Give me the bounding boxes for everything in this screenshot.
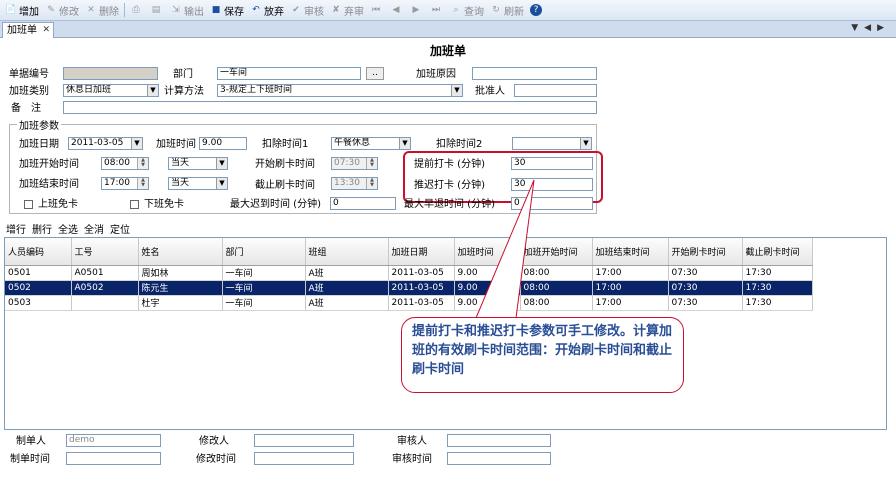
modify-time-label: 修改时间: [196, 454, 236, 465]
callout-pointer: [475, 179, 535, 320]
query-icon: ⌕: [453, 5, 459, 15]
delete-icon: ✕: [87, 5, 95, 15]
maker-label: 制单人: [16, 436, 46, 447]
save-button[interactable]: ■ 保存: [207, 1, 247, 19]
print-icon: ⎙: [132, 5, 140, 15]
preview-button[interactable]: ▤: [147, 1, 167, 19]
print-button[interactable]: ⎙: [127, 1, 147, 19]
last-icon: ⏭: [431, 5, 441, 15]
unapprove-button[interactable]: ✘ 弃审: [327, 1, 367, 19]
audit-time-label: 审核时间: [392, 454, 432, 465]
modifier-field: [254, 434, 354, 447]
last-record-button[interactable]: ⏭: [427, 1, 447, 19]
edit-button[interactable]: ✎ 修改: [42, 1, 82, 19]
auditor-field: [447, 434, 551, 447]
modify-time-field: [254, 452, 354, 465]
annotation-callout: 提前打卡和推迟打卡参数可手工修改。计算加班的有效刷卡时间范围：开始刷卡时间和截止…: [401, 317, 684, 393]
preview-icon: ▤: [151, 5, 161, 15]
refresh-icon: ↻: [492, 5, 500, 15]
save-icon: ■: [211, 5, 221, 15]
add-icon: 📄: [5, 5, 17, 15]
tab-nav: ▼◀▶: [851, 23, 890, 33]
first-icon: ⏮: [371, 5, 381, 15]
query-button[interactable]: ⌕ 查询: [447, 1, 487, 19]
discard-icon: ↶: [252, 5, 260, 15]
maker-field: demo: [66, 434, 161, 447]
make-time-label: 制单时间: [10, 454, 50, 465]
chevron-left-icon[interactable]: ◀: [864, 23, 877, 33]
auditor-label: 审核人: [397, 436, 427, 447]
toolbar: 📄 增加 ✎ 修改 ✕ 删除 ⎙ ▤ ⇲ 输出 ■ 保存 ↶ 放弃 ✔ 审核 ✘ 弃审 ⏮ ◀ …: [0, 0, 896, 21]
prev-record-button[interactable]: ◀: [387, 1, 407, 19]
add-button[interactable]: 📄 增加: [2, 1, 42, 19]
approve-button[interactable]: ✔ 审核: [287, 1, 327, 19]
approve-icon: ✔: [292, 5, 300, 15]
modifier-label: 修改人: [199, 436, 229, 447]
refresh-button[interactable]: ↻ 刷新: [487, 1, 527, 19]
form-area: 加班单 单据编号 部门 一车间 .. 加班原因 加班类别 休息日加班 ▼ 计算方法…: [0, 38, 896, 480]
delete-button[interactable]: ✕ 删除: [82, 1, 122, 19]
next-record-button[interactable]: ▶: [407, 1, 427, 19]
close-icon[interactable]: ✕: [42, 23, 50, 38]
tab-bar: 加班单 ✕ ▼◀▶: [0, 21, 896, 38]
tab-overtime[interactable]: 加班单 ✕: [2, 22, 54, 38]
export-button[interactable]: ⇲ 输出: [167, 1, 207, 19]
unapprove-icon: ✘: [332, 5, 340, 15]
help-button[interactable]: ?: [527, 1, 547, 19]
make-time-field: [66, 452, 161, 465]
help-icon: ?: [530, 4, 542, 16]
toolbar-separator: [124, 3, 125, 17]
chevron-right-icon[interactable]: ▶: [877, 23, 890, 33]
audit-time-field: [447, 452, 551, 465]
chevron-down-icon[interactable]: ▼: [851, 23, 864, 33]
discard-button[interactable]: ↶ 放弃: [247, 1, 287, 19]
prev-icon: ◀: [392, 5, 400, 15]
edit-icon: ✎: [47, 5, 55, 15]
export-icon: ⇲: [172, 5, 180, 15]
footer: 制单人 demo 修改人 审核人 制单时间 修改时间 审核时间: [0, 430, 896, 480]
first-record-button[interactable]: ⏮: [367, 1, 387, 19]
next-icon: ▶: [412, 5, 420, 15]
